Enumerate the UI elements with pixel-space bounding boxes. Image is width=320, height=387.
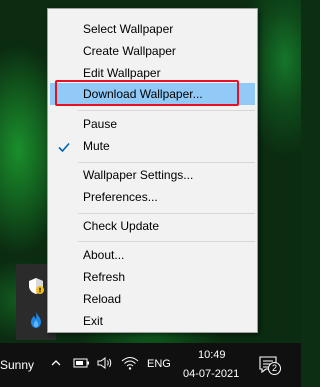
input-language-indicator[interactable]: ENG xyxy=(147,358,171,370)
menu-item-label: Create Wallpaper xyxy=(83,44,176,58)
volume-icon[interactable] xyxy=(97,356,115,373)
clock-date[interactable]: 04-07-2021 xyxy=(183,368,239,380)
menu-separator xyxy=(78,241,255,242)
menu-item-preferences[interactable]: Preferences... xyxy=(50,186,255,208)
clock-time[interactable]: 10:49 xyxy=(198,349,226,361)
menu-item-check-update[interactable]: Check Update xyxy=(50,215,255,237)
menu-item-about[interactable]: About... xyxy=(50,244,255,266)
menu-item-label: Download Wallpaper... xyxy=(83,87,203,101)
battery-icon[interactable] xyxy=(73,356,91,373)
menu-separator xyxy=(78,213,255,214)
menu-item-download-wallpaper[interactable]: Download Wallpaper... xyxy=(50,83,255,105)
shield-warning-icon[interactable] xyxy=(27,277,45,295)
menu-item-label: Wallpaper Settings... xyxy=(83,168,194,182)
menu-item-label: Preferences... xyxy=(83,190,158,204)
chevron-up-icon[interactable] xyxy=(50,357,62,372)
menu-item-label: Select Wallpaper xyxy=(83,22,174,36)
menu-item-label: Reload xyxy=(83,292,122,306)
wifi-icon[interactable] xyxy=(121,355,139,374)
menu-item-label: Refresh xyxy=(83,270,126,284)
menu-item-edit-wallpaper[interactable]: Edit Wallpaper xyxy=(50,62,255,84)
menu-item-exit[interactable]: Exit xyxy=(50,310,255,332)
menu-item-reload[interactable]: Reload xyxy=(50,288,255,310)
taskbar: Sunny ENG 10:49 04-07-2021 2 xyxy=(0,343,301,387)
wallpaper-context-menu: Select Wallpaper Create Wallpaper Edit W… xyxy=(47,8,258,333)
checkmark-icon xyxy=(57,139,71,153)
menu-item-label: About... xyxy=(83,248,125,262)
weather-status[interactable]: Sunny xyxy=(0,358,34,372)
menu-item-refresh[interactable]: Refresh xyxy=(50,266,255,288)
menu-item-create-wallpaper[interactable]: Create Wallpaper xyxy=(50,40,255,62)
menu-item-label: Mute xyxy=(83,139,110,153)
flame-icon[interactable] xyxy=(27,311,45,329)
menu-item-select-wallpaper[interactable]: Select Wallpaper xyxy=(50,18,255,40)
menu-item-label: Check Update xyxy=(83,219,160,233)
menu-separator xyxy=(78,162,255,163)
notification-count-badge: 2 xyxy=(268,362,281,375)
menu-item-label: Pause xyxy=(83,117,118,131)
menu-item-label: Exit xyxy=(83,314,104,328)
menu-item-label: Edit Wallpaper xyxy=(83,66,161,80)
menu-item-wallpaper-settings[interactable]: Wallpaper Settings... xyxy=(50,164,255,186)
menu-item-mute[interactable]: Mute xyxy=(50,135,255,157)
menu-item-pause[interactable]: Pause xyxy=(50,113,255,135)
menu-separator xyxy=(78,110,255,111)
